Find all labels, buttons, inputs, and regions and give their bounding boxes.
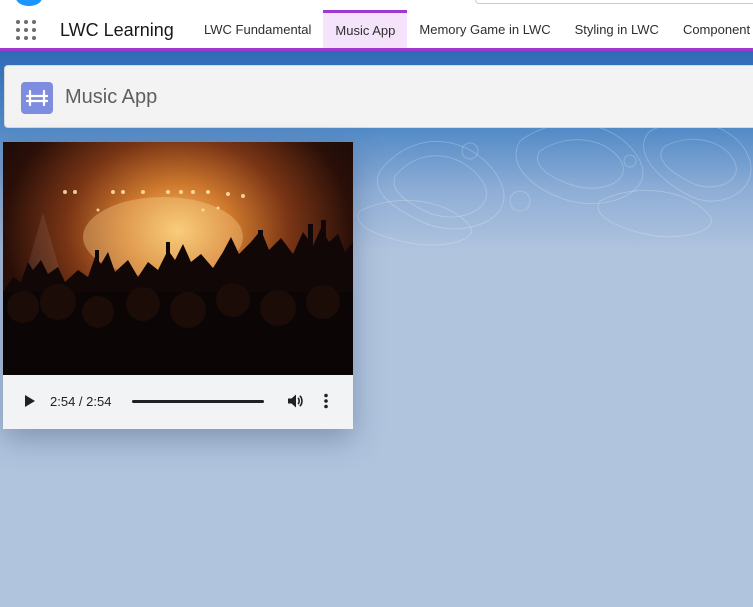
nav-tabs: LWC Fundamental Music App Memory Game in… xyxy=(192,10,753,48)
seek-bar[interactable] xyxy=(132,400,264,403)
page-header: Music App xyxy=(4,65,753,128)
album-cover-image xyxy=(3,142,353,375)
audio-controls: 2:54 / 2:54 xyxy=(3,375,353,429)
tab-music-app[interactable]: Music App xyxy=(323,10,408,48)
tab-lwc-fundamental[interactable]: LWC Fundamental xyxy=(192,10,323,48)
audio-player-card: 2:54 / 2:54 xyxy=(3,142,353,429)
custom-app-icon xyxy=(21,82,53,114)
global-search-input[interactable] xyxy=(475,0,753,4)
tab-memory-game[interactable]: Memory Game in LWC xyxy=(407,10,562,48)
app-launcher-icon[interactable] xyxy=(16,20,38,42)
volume-icon[interactable] xyxy=(286,392,304,410)
top-strip xyxy=(0,0,753,10)
playback-time: 2:54 / 2:54 xyxy=(50,394,112,409)
app-name: LWC Learning xyxy=(60,20,174,40)
navigation-bar: LWC Learning LWC Fundamental Music App M… xyxy=(0,10,753,51)
tab-component[interactable]: Component c xyxy=(671,10,753,48)
seek-bar-fill xyxy=(132,400,264,403)
play-icon[interactable] xyxy=(21,393,37,409)
more-options-icon[interactable] xyxy=(319,392,333,410)
page-title: Music App xyxy=(65,86,158,108)
salesforce-logo-icon[interactable] xyxy=(16,0,42,6)
tab-styling-in-lwc[interactable]: Styling in LWC xyxy=(563,10,671,48)
